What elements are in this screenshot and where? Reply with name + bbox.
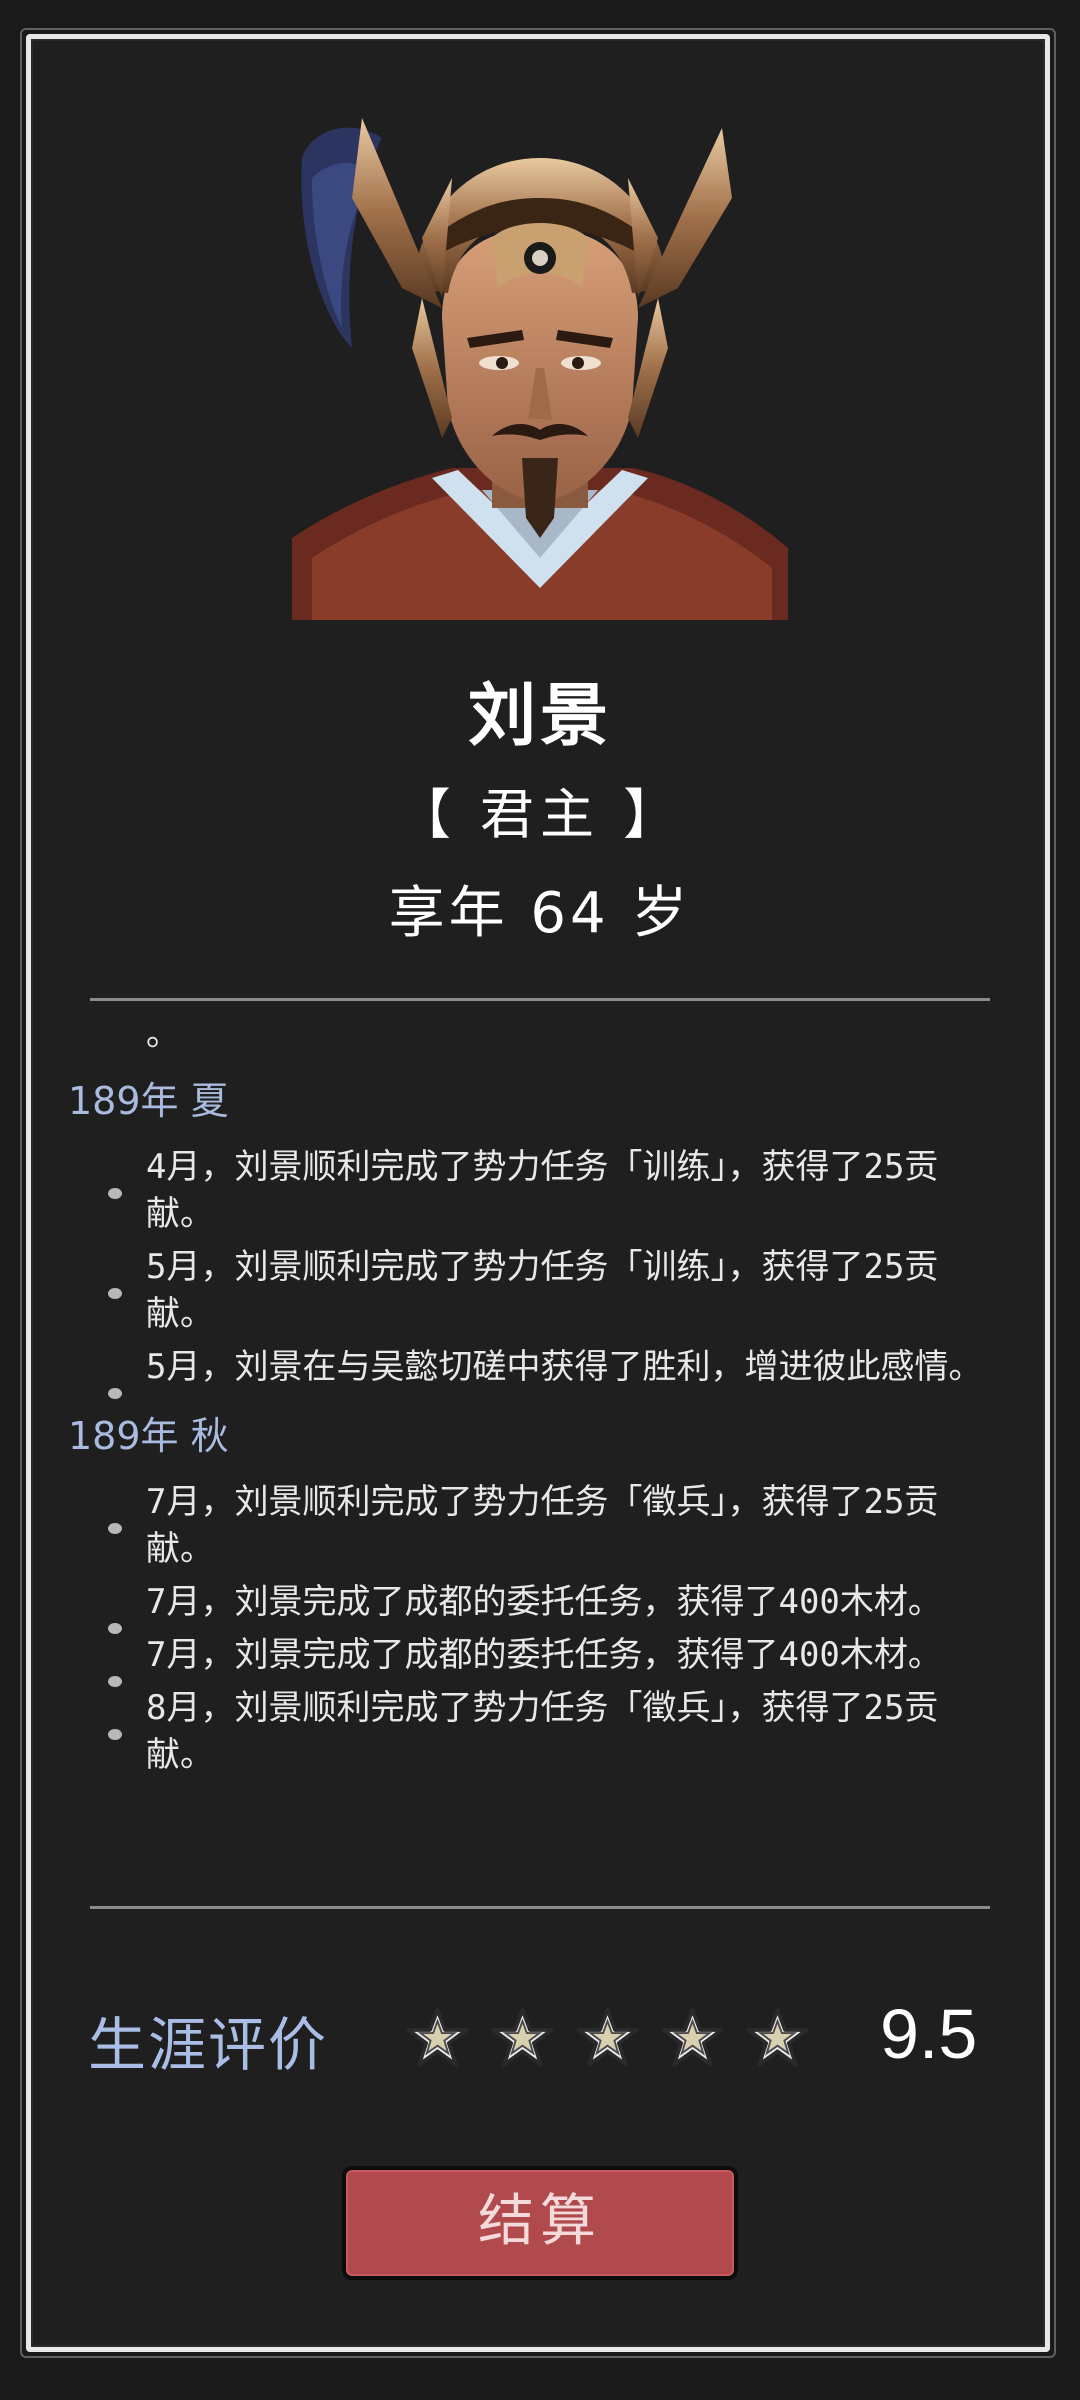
bullet-icon: [108, 1729, 122, 1740]
bullet-icon: [108, 1388, 122, 1399]
log-entry-text: 8月，刘景顺利完成了势力任务「徵兵」，获得了25贡献。: [146, 1688, 939, 1775]
log-entry-text: 4月，刘景顺利完成了势力任务「训练」，获得了25贡献。: [146, 1147, 939, 1234]
log-entry: 8月，刘景顺利完成了势力任务「徵兵」，获得了25贡献。: [60, 1685, 1020, 1779]
log-entry-text: 7月，刘景完成了成都的委托任务，获得了400木材。: [146, 1582, 942, 1622]
season-heading: 189年 秋: [68, 1414, 229, 1458]
bullet-icon: [108, 1523, 122, 1534]
log-entry-text: 5月，刘景在与吴懿切磋中获得了胜利，增进彼此感情。: [146, 1347, 983, 1387]
career-rating-label: 生涯评价: [88, 2011, 329, 2079]
star-icon: [406, 2007, 469, 2067]
star-icon: [746, 2007, 809, 2067]
divider-top: [90, 998, 990, 1001]
character-portrait: [292, 118, 788, 620]
character-name: 刘景: [467, 677, 612, 756]
star-icon: [576, 2007, 639, 2067]
star-icon: [491, 2007, 554, 2067]
log-entry-text: 7月，刘景完成了成都的委托任务，获得了400木材。: [146, 1635, 942, 1675]
log-entry: 7月，刘景顺利完成了势力任务「徵兵」，获得了25贡献。: [60, 1479, 1020, 1573]
star-icon: [661, 2007, 724, 2067]
log-entry: 5月，刘景在与吴懿切磋中获得了胜利，增进彼此感情。: [60, 1344, 1020, 1399]
event-log[interactable]: 。 189年 夏 4月，刘景顺利完成了势力任务「训练」，获得了25贡献。 5月，…: [60, 1012, 1020, 1872]
season-heading: 189年 夏: [68, 1079, 229, 1123]
log-entry: 7月，刘景完成了成都的委托任务，获得了400木材。: [60, 1579, 1020, 1634]
bullet-icon: [108, 1188, 122, 1199]
divider-bottom: [90, 1906, 990, 1909]
rating-stars: [406, 2006, 809, 2076]
character-role: 【 君主 】: [396, 783, 684, 846]
career-score: 9.5: [880, 1995, 978, 2073]
settle-button[interactable]: 结算: [342, 2166, 738, 2280]
log-entry: 7月，刘景完成了成都的委托任务，获得了400木材。: [60, 1632, 1020, 1687]
log-entry-text: 7月，刘景顺利完成了势力任务「徵兵」，获得了25贡献。: [146, 1482, 939, 1569]
log-entry: 5月，刘景顺利完成了势力任务「训练」，获得了25贡献。: [60, 1244, 1020, 1338]
character-age: 享年 64 岁: [388, 881, 692, 946]
bullet-icon: [108, 1288, 122, 1299]
log-entry-text: 5月，刘景顺利完成了势力任务「训练」，获得了25贡献。: [146, 1247, 939, 1334]
log-leading-text: 。: [146, 1014, 180, 1054]
log-entry: 4月，刘景顺利完成了势力任务「训练」，获得了25贡献。: [60, 1144, 1020, 1238]
